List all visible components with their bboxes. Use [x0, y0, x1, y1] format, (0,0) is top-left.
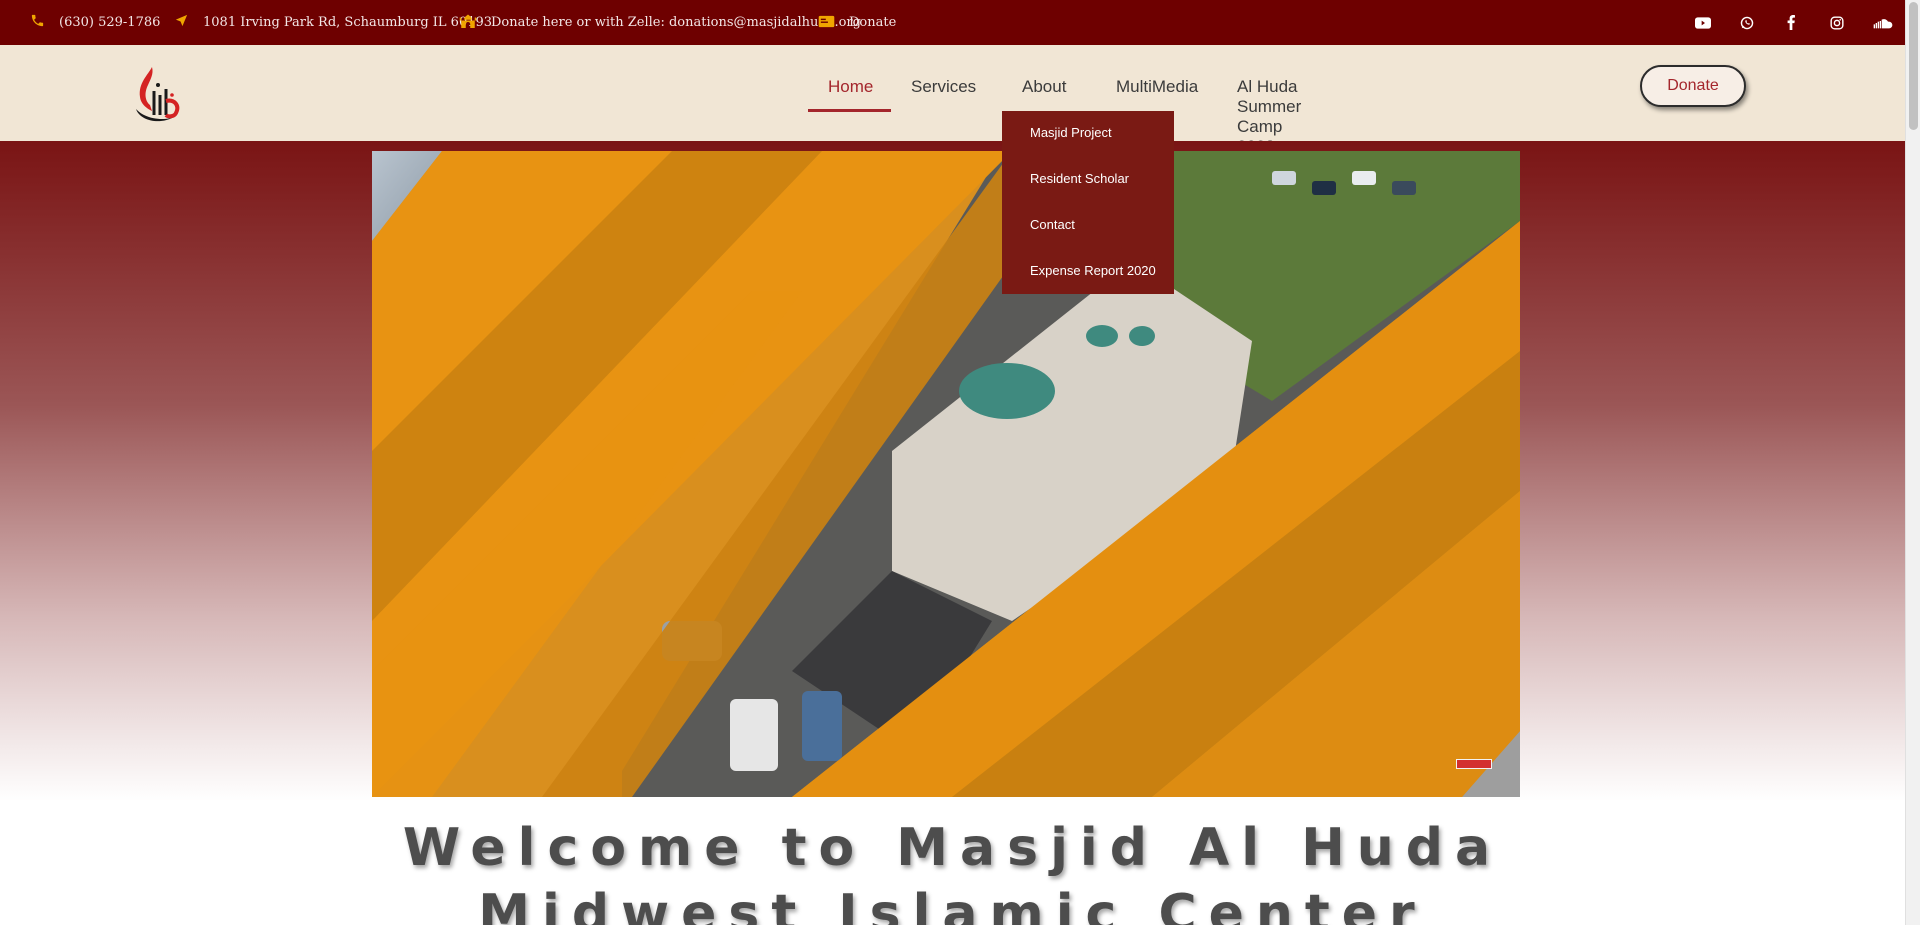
facebook-icon[interactable]	[1786, 0, 1796, 45]
instagram-icon[interactable]	[1830, 0, 1844, 45]
phone-text: (630) 529-1786	[59, 15, 161, 30]
menu-item-contact[interactable]: Contact	[1030, 217, 1075, 232]
topbar-donate-text: Donate	[849, 15, 897, 30]
youtube-watermark-icon	[1456, 759, 1492, 769]
welcome-line-2: Midwest Islamic Center	[478, 884, 1427, 925]
youtube-icon[interactable]	[1695, 0, 1711, 45]
whatsapp-icon[interactable]	[1740, 0, 1754, 45]
phone-info[interactable]: (630) 529-1786	[30, 0, 160, 45]
topbar-donate-link[interactable]: Donate	[818, 0, 896, 45]
address-text: 1081 Irving Park Rd, Schaumburg IL 60193	[203, 15, 493, 30]
menu-item-expense-report[interactable]: Expense Report 2020	[1030, 263, 1156, 278]
nav-multimedia[interactable]: MultiMedia	[1116, 77, 1198, 97]
address-info[interactable]: 1081 Irving Park Rd, Schaumburg IL 60193	[174, 0, 492, 45]
page-scrollbar[interactable]	[1905, 0, 1920, 925]
phone-icon	[30, 13, 45, 32]
nav-about[interactable]: About	[1022, 77, 1066, 97]
scrollbar-thumb[interactable]	[1909, 2, 1918, 130]
soundcloud-icon[interactable]	[1873, 0, 1893, 45]
location-arrow-icon	[174, 13, 189, 32]
top-info-bar: (630) 529-1786 1081 Irving Park Rd, Scha…	[0, 0, 1905, 45]
welcome-heading: Welcome to Masjid Al Huda Midwest Islami…	[0, 815, 1905, 925]
hero-video[interactable]	[372, 151, 1520, 797]
nav-active-underline	[808, 109, 891, 112]
nav-services[interactable]: Services	[911, 77, 976, 97]
donate-button[interactable]: Donate	[1640, 65, 1746, 107]
video-frame-graphic	[372, 151, 1520, 797]
donate-card-icon	[818, 14, 835, 32]
zelle-info[interactable]: Donate here or with Zelle: donations@mas…	[459, 0, 861, 45]
menu-item-resident-scholar[interactable]: Resident Scholar	[1030, 171, 1129, 186]
mosque-icon	[459, 13, 477, 32]
masjid-logo[interactable]	[130, 65, 186, 127]
welcome-line-1: Welcome to Masjid Al Huda	[402, 818, 1503, 878]
zelle-text: Donate here or with Zelle: donations@mas…	[491, 15, 861, 30]
menu-item-masjid-project[interactable]: Masjid Project	[1030, 125, 1112, 140]
site-header: Home Services About MultiMedia Al Huda S…	[0, 45, 1905, 156]
nav-home[interactable]: Home	[828, 77, 873, 97]
about-dropdown-menu: Masjid Project Resident Scholar Contact …	[1002, 111, 1174, 294]
